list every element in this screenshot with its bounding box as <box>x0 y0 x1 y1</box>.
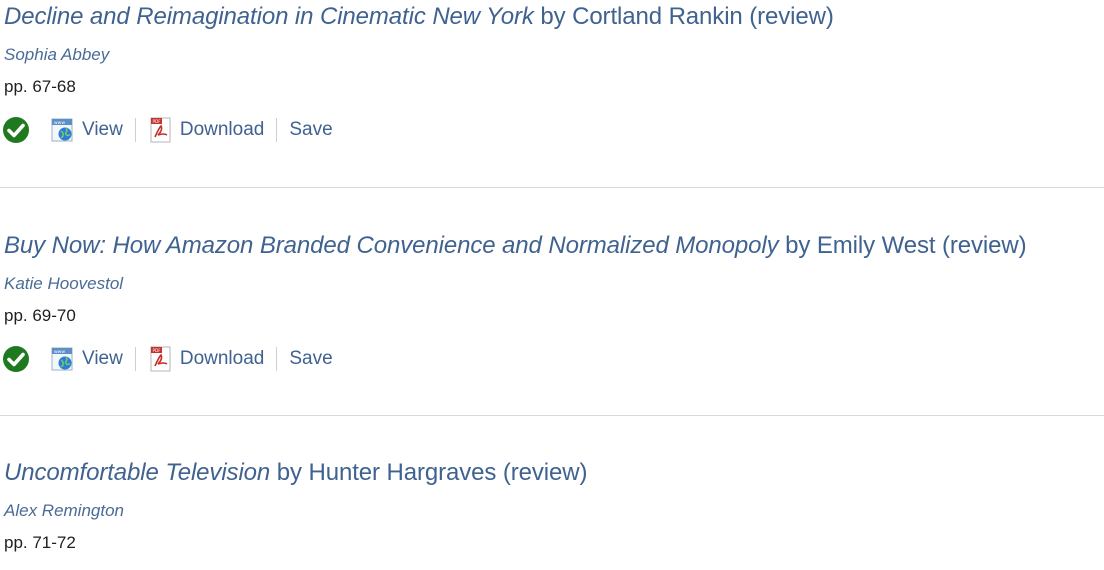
item-author: Sophia Abbey <box>4 44 1104 66</box>
svg-text:www: www <box>54 350 65 355</box>
item-actions: www View PDF Download Save <box>3 110 1104 150</box>
list-item: Decline and Reimagination in Cinematic N… <box>0 0 1104 188</box>
download-label[interactable]: Download <box>180 348 265 370</box>
item-title-link[interactable]: Uncomfortable Television by Hunter Hargr… <box>4 459 587 486</box>
list-item: Buy Now: How Amazon Branded Convenience … <box>0 188 1104 416</box>
green-check-circle-icon <box>3 346 29 372</box>
item-pages: pp. 69-70 <box>4 306 76 325</box>
content-list: Decline and Reimagination in Cinematic N… <box>0 0 1104 570</box>
download-label[interactable]: Download <box>180 119 265 141</box>
action-separator <box>134 347 136 371</box>
item-author: Katie Hoovestol <box>4 273 1104 295</box>
pdf-icon: PDF <box>150 346 171 372</box>
item-title[interactable]: Decline and Reimagination in Cinematic N… <box>4 0 1104 32</box>
list-item: Uncomfortable Television by Hunter Hargr… <box>0 416 1104 570</box>
item-title-link[interactable]: Buy Now: How Amazon Branded Convenience … <box>4 232 1027 259</box>
item-title[interactable]: Buy Now: How Amazon Branded Convenience … <box>4 229 1104 261</box>
html-globe-icon: www <box>51 347 73 371</box>
download-button[interactable]: PDF Download <box>148 346 265 372</box>
item-title-link[interactable]: Decline and Reimagination in Cinematic N… <box>4 3 834 30</box>
view-button[interactable]: www View <box>50 346 123 372</box>
svg-text:PDF: PDF <box>152 348 161 353</box>
html-globe-icon: www <box>51 118 73 142</box>
svg-text:PDF: PDF <box>152 119 161 124</box>
title-byline[interactable]: by Hunter Hargraves (review) <box>270 459 588 486</box>
view-label[interactable]: View <box>82 348 123 370</box>
item-pages: pp. 71-72 <box>4 533 76 552</box>
action-separator <box>134 118 136 142</box>
author-link[interactable]: Katie Hoovestol <box>4 274 123 293</box>
title-byline[interactable]: by Cortland Rankin (review) <box>534 3 834 30</box>
item-author: Alex Remington <box>4 500 1104 522</box>
view-label[interactable]: View <box>82 119 123 141</box>
save-button[interactable]: Save <box>289 348 332 370</box>
action-separator <box>276 347 278 371</box>
author-link[interactable]: Alex Remington <box>4 501 124 520</box>
view-button[interactable]: www View <box>50 117 123 143</box>
item-title[interactable]: Uncomfortable Television by Hunter Hargr… <box>4 456 1104 488</box>
pdf-icon: PDF <box>150 117 171 143</box>
save-button[interactable]: Save <box>289 119 332 141</box>
item-actions: www View PDF Download Save <box>3 339 1104 379</box>
download-button[interactable]: PDF Download <box>148 117 265 143</box>
action-separator <box>276 118 278 142</box>
author-link[interactable]: Sophia Abbey <box>4 45 109 64</box>
title-byline[interactable]: by Emily West (review) <box>779 232 1027 259</box>
item-pages: pp. 67-68 <box>4 77 76 96</box>
book-title[interactable]: Uncomfortable Television <box>4 459 270 486</box>
book-title[interactable]: Decline and Reimagination in Cinematic N… <box>4 3 534 30</box>
svg-text:www: www <box>54 121 65 126</box>
book-title[interactable]: Buy Now: How Amazon Branded Convenience … <box>4 232 779 259</box>
green-check-circle-icon <box>3 117 29 143</box>
